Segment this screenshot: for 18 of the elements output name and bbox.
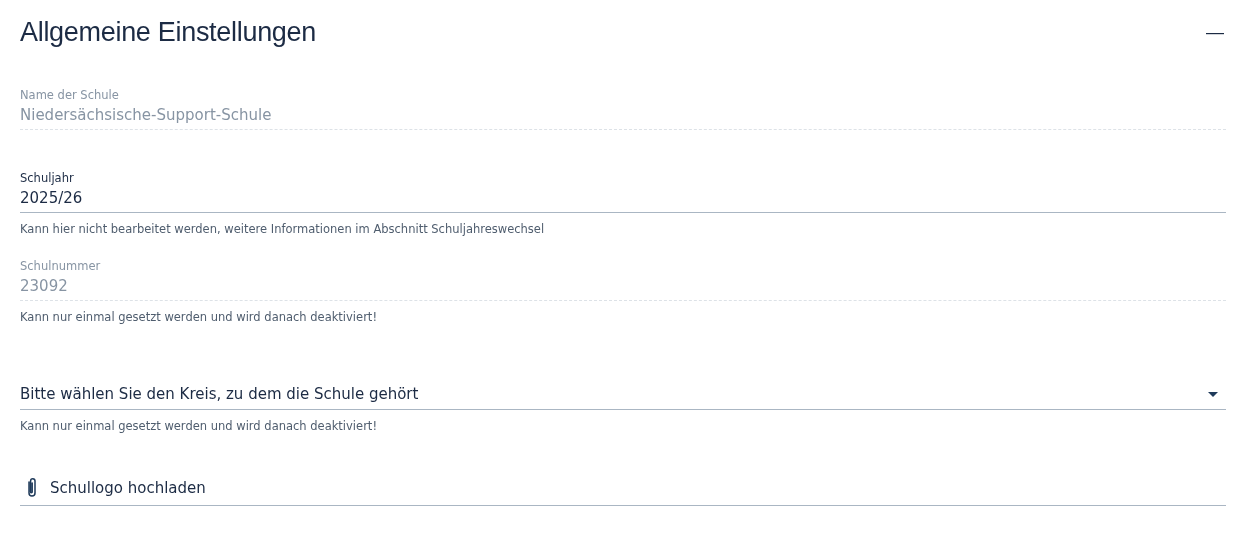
field-value: 23092 bbox=[20, 276, 68, 297]
text-field[interactable]: Schuljahr 2025/26 bbox=[20, 170, 1226, 213]
field-label: Schuljahr bbox=[20, 170, 75, 186]
field-label: Name der Schule bbox=[20, 87, 120, 103]
collapse-button[interactable]: — bbox=[1204, 21, 1226, 43]
upload-label: Schullogo hochladen bbox=[50, 479, 206, 497]
file-upload-field[interactable]: Schullogo hochladen bbox=[20, 471, 1226, 506]
field-hint: Kann nur einmal gesetzt werden und wird danach deaktiviert! bbox=[20, 310, 378, 324]
paperclip-icon bbox=[26, 477, 38, 499]
field-value: 2025/26 bbox=[20, 188, 83, 209]
select-placeholder: Bitte wählen Sie den Kreis, zu dem die Schule gehört bbox=[20, 385, 419, 403]
field-label: Schulnummer bbox=[20, 258, 102, 274]
section-title: Allgemeine Einstellungen bbox=[20, 16, 316, 48]
field-hint: Kann nur einmal gesetzt werden und wird danach deaktiviert! bbox=[20, 419, 378, 433]
caret-icon bbox=[1208, 391, 1218, 397]
field-hint: Kann hier nicht bearbeitet werden, weitere Informationen im Abschnitt Schuljahreswechsel bbox=[20, 222, 546, 236]
field-value: Niedersächsische-Support-Schule bbox=[20, 105, 272, 126]
select-field[interactable]: Bitte wählen Sie den Kreis, zu dem die Schule gehört bbox=[20, 379, 1226, 410]
